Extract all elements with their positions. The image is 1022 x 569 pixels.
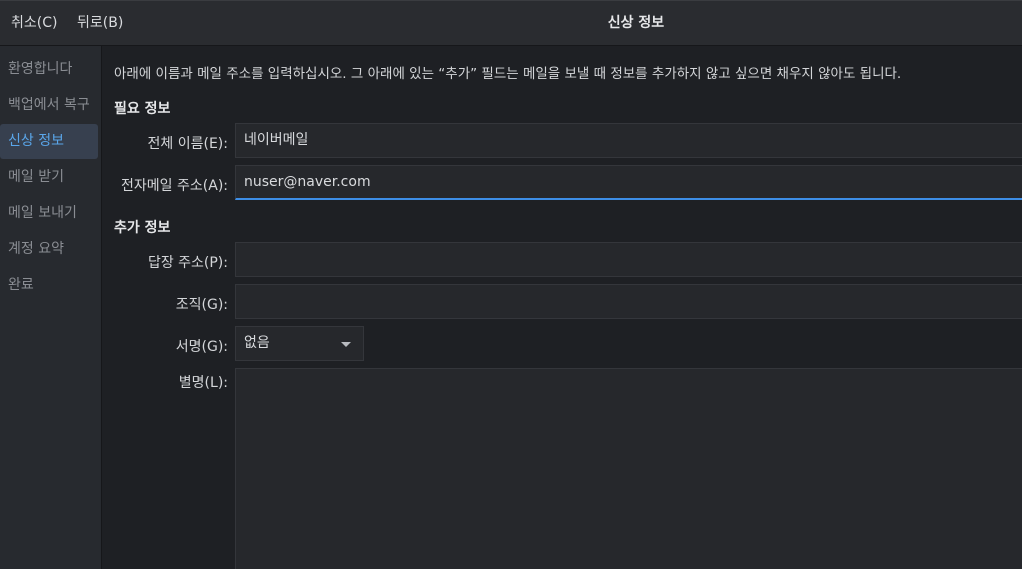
identity-page: 아래에 이름과 메일 주소를 입력하십시오. 그 아래에 있는 “추가” 필드는…	[103, 46, 1022, 569]
reply-to-label: 답장 주소(P):	[147, 255, 228, 271]
sidebar-item-done[interactable]: 완료	[0, 268, 98, 303]
window-title: 신상 정보	[607, 15, 665, 31]
signature-dropdown[interactable]: 없음	[235, 326, 364, 361]
sidebar-item-restore-backup[interactable]: 백업에서 복구	[0, 88, 98, 123]
sidebar-item-sending-mail[interactable]: 메일 보내기	[0, 196, 98, 231]
organization-label: 조직(G):	[175, 297, 228, 313]
signature-label: 서명(G):	[175, 339, 228, 355]
optional-info-heading: 추가 정보	[114, 220, 171, 236]
intro-text: 아래에 이름과 메일 주소를 입력하십시오. 그 아래에 있는 “추가” 필드는…	[114, 66, 902, 82]
sidebar-item-receiving-mail[interactable]: 메일 받기	[0, 160, 98, 195]
aliases-textarea[interactable]	[235, 368, 1022, 569]
email-address-label: 전자메일 주소(A):	[121, 178, 228, 194]
required-info-heading: 필요 정보	[114, 101, 171, 117]
sidebar-item-account-summary[interactable]: 계정 요약	[0, 232, 98, 267]
organization-input[interactable]	[235, 284, 1022, 319]
full-name-label: 전체 이름(E):	[147, 136, 228, 152]
signature-selected-value: 없음	[244, 335, 270, 351]
aliases-label: 별명(L):	[178, 375, 228, 391]
account-wizard-window: 취소(C) 뒤로(B) 신상 정보 환영합니다 백업에서 복구 신상 정보 메일…	[0, 0, 1022, 569]
chevron-down-icon	[341, 342, 351, 347]
sidebar-item-welcome[interactable]: 환영합니다	[0, 52, 98, 87]
email-address-input[interactable]: nuser@naver.com	[235, 165, 1022, 200]
sidebar-item-identity[interactable]: 신상 정보	[0, 124, 98, 159]
full-name-input[interactable]: 네이버메일	[235, 123, 1022, 158]
wizard-steps-sidebar: 환영합니다 백업에서 복구 신상 정보 메일 받기 메일 보내기 계정 요약 완…	[0, 46, 102, 569]
header-bar: 취소(C) 뒤로(B) 신상 정보	[0, 0, 1022, 46]
reply-to-input[interactable]	[235, 242, 1022, 277]
